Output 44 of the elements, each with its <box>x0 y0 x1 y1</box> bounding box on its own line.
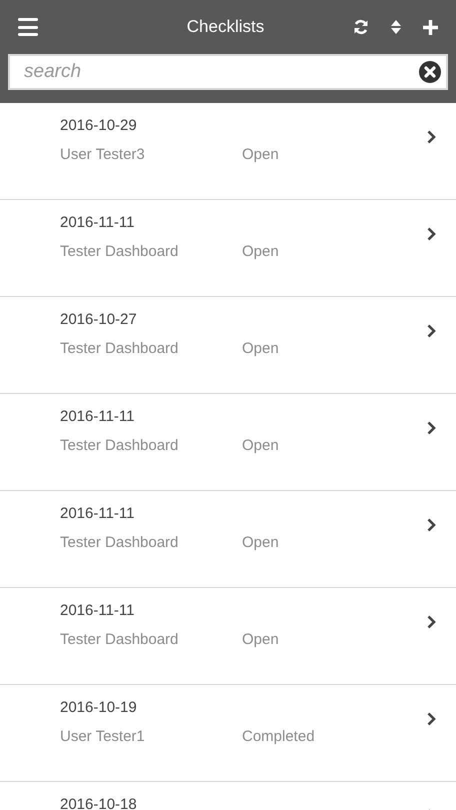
chevron-right-icon <box>427 421 436 435</box>
checklist-status: Open <box>242 630 279 650</box>
checklist-user: User Tester3 <box>60 144 146 164</box>
checklist-row[interactable]: 2016-11-11 Tester Dashboard Open <box>0 394 456 491</box>
plus-icon[interactable] <box>423 20 438 34</box>
checklist-row[interactable]: 2016-10-19 User Tester1 Completed <box>0 685 456 782</box>
checklist-date: 2016-10-18 <box>60 795 138 810</box>
refresh-icon[interactable] <box>353 19 369 35</box>
checklist-user: Tester Dashboard <box>60 436 180 456</box>
checklist-user: Tester Dashboard <box>60 630 180 650</box>
chevron-right-icon <box>427 130 436 144</box>
checklist-date: 2016-10-27 <box>60 310 138 330</box>
checklist-date: 2016-10-19 <box>60 698 138 718</box>
checklist-row[interactable]: 2016-11-11 Tester Dashboard Open <box>0 491 456 588</box>
chevron-right-icon <box>427 227 436 241</box>
checklist-status: Open <box>242 436 279 456</box>
checklist-date: 2016-11-11 <box>60 601 136 621</box>
checklist-date: 2016-11-11 <box>60 213 136 233</box>
checklist-status: Completed <box>242 726 315 746</box>
checklist-row[interactable]: 2016-10-29 User Tester3 Open <box>0 103 456 200</box>
checklist-status: Open <box>242 242 279 262</box>
checklist-user: Tester Dashboard <box>60 242 180 262</box>
menu-icon[interactable] <box>18 18 38 36</box>
search-field[interactable]: search <box>8 54 448 90</box>
sort-icon[interactable] <box>391 19 401 35</box>
checklist-user: Tester Dashboard <box>60 338 180 358</box>
clear-icon[interactable] <box>419 61 441 83</box>
checklist-date: 2016-10-29 <box>60 116 138 136</box>
header-title: Checklists <box>186 16 264 38</box>
chevron-right-icon <box>427 712 436 726</box>
checklist-status: Open <box>242 338 279 358</box>
checklist-row[interactable]: 2016-10-18 <box>0 782 456 810</box>
chevron-right-icon <box>427 324 436 338</box>
checklist-user: User Tester1 <box>60 726 146 746</box>
checklist-status: Open <box>242 532 279 552</box>
chevron-right-icon <box>427 518 436 532</box>
checklist-row[interactable]: 2016-11-11 Tester Dashboard Open <box>0 200 456 297</box>
checklist-date: 2016-11-11 <box>60 504 136 524</box>
checklist-user: Tester Dashboard <box>60 532 180 552</box>
checklist-date: 2016-11-11 <box>60 407 136 427</box>
chevron-right-icon <box>427 615 436 629</box>
checklist-status: Open <box>242 144 279 164</box>
checklist-row[interactable]: 2016-10-27 Tester Dashboard Open <box>0 297 456 394</box>
checklist-row[interactable]: 2016-11-11 Tester Dashboard Open <box>0 588 456 685</box>
